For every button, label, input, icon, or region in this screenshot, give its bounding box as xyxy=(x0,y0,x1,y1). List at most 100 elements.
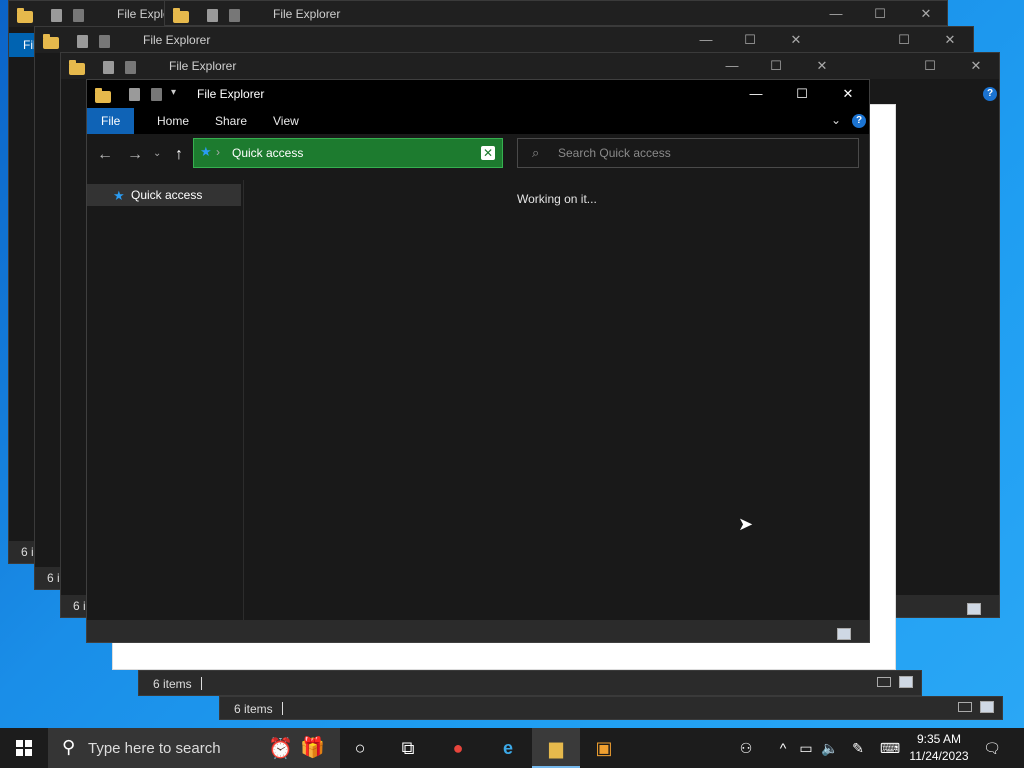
tab-view[interactable]: View xyxy=(259,108,313,134)
chrome-icon[interactable]: ● xyxy=(434,728,482,768)
content-pane[interactable]: Working on it... ➤ xyxy=(245,180,869,620)
navigation-pane: ★ Quick access xyxy=(87,180,244,620)
search-placeholder: Search Quick access xyxy=(558,146,671,160)
back-button[interactable]: ← xyxy=(95,146,115,164)
keyboard-icon[interactable]: ⌨ xyxy=(878,728,902,768)
maximize-button[interactable]: ☐ xyxy=(857,1,903,25)
pen-icon[interactable]: ✎ xyxy=(848,728,868,768)
large-icons-view-icon[interactable] xyxy=(967,603,981,615)
maximize-button[interactable]: ☐ xyxy=(881,27,927,53)
title-bar[interactable]: ▾ File Explorer — ☐ ✕ xyxy=(87,80,869,108)
help-icon[interactable]: ? xyxy=(983,87,997,101)
loading-status: Working on it... xyxy=(517,192,597,206)
volume-muted-icon[interactable]: 🔈 xyxy=(820,728,840,768)
close-button[interactable]: ✕ xyxy=(953,53,999,79)
file-explorer-taskbar-icon[interactable]: ▆ xyxy=(532,728,580,768)
text-caret xyxy=(201,677,202,690)
ribbon: File Home Share View ⌄ ? xyxy=(87,108,869,134)
view-toggle[interactable] xyxy=(958,700,998,714)
explorer-window-active[interactable]: ▾ File Explorer — ☐ ✕ File Home Share Vi… xyxy=(86,79,870,643)
view-toggle[interactable] xyxy=(877,675,917,689)
close-button[interactable]: ✕ xyxy=(825,80,869,108)
media-player-icon[interactable]: ▣ xyxy=(580,728,628,768)
properties-icon xyxy=(207,9,218,22)
windows-logo-icon xyxy=(16,740,32,756)
maximize-button[interactable]: ☐ xyxy=(753,53,799,79)
people-icon[interactable]: ⚇ xyxy=(736,728,756,768)
task-view-icon[interactable]: ⧉ xyxy=(384,728,432,768)
close-button[interactable]: ✕ xyxy=(903,1,947,25)
folder-icon xyxy=(43,34,59,49)
clock-time: 9:35 AM xyxy=(916,732,962,746)
folder-icon xyxy=(95,88,111,103)
taskbar: ⚲ Type here to search ⏰ 🎁 ○ ⧉ ● e ▆ ▣ ⚇ … xyxy=(0,728,1024,768)
internet-explorer-icon[interactable]: e xyxy=(484,728,532,768)
stop-loading-icon[interactable]: ✕ xyxy=(481,146,495,160)
large-icons-view-icon[interactable] xyxy=(980,701,994,713)
properties-icon xyxy=(51,9,62,22)
start-button[interactable] xyxy=(0,728,48,768)
details-view-icon[interactable] xyxy=(958,702,972,712)
close-button[interactable]: ✕ xyxy=(799,53,845,79)
explorer-window-bg-2[interactable]: File Explorer — ☐ ✕ xyxy=(164,0,948,26)
address-row: ← → ⌄ ↑ ★ › Quick access ⌄ ✕ ⌕ Search Qu… xyxy=(87,134,869,180)
new-folder-icon xyxy=(73,9,84,22)
maximize-button[interactable]: ☐ xyxy=(779,80,825,108)
breadcrumb-quick-access[interactable]: Quick access xyxy=(232,146,303,160)
address-bar[interactable]: ★ › Quick access ⌄ xyxy=(193,138,503,168)
folder-icon xyxy=(173,8,189,23)
item-count: 6 items xyxy=(234,702,273,716)
tab-home[interactable]: Home xyxy=(143,108,203,134)
title-bar[interactable]: File Explo xyxy=(9,1,171,27)
large-icons-view-icon[interactable] xyxy=(899,676,913,688)
minimize-button[interactable]: — xyxy=(733,80,779,108)
folder-icon xyxy=(69,60,85,75)
view-toggle[interactable] xyxy=(955,599,995,615)
text-caret xyxy=(282,702,283,715)
clock[interactable]: 9:35 AM 11/24/2023 xyxy=(906,731,972,765)
maximize-button[interactable]: ☐ xyxy=(727,27,773,53)
close-button[interactable]: ✕ xyxy=(927,27,973,53)
properties-icon xyxy=(77,35,88,48)
quick-access-star-icon: ★ xyxy=(200,144,212,159)
minimize-button[interactable]: — xyxy=(813,1,859,25)
minimize-button[interactable]: — xyxy=(709,53,755,79)
search-input[interactable]: ⌕ Search Quick access xyxy=(517,138,859,168)
alarm-clock-icon[interactable]: ⏰ xyxy=(268,736,293,761)
nav-item-quick-access[interactable]: ★ Quick access xyxy=(87,184,241,206)
minimize-button[interactable]: — xyxy=(683,27,729,53)
window-title: File Explorer xyxy=(273,7,341,21)
cortana-icon[interactable]: ○ xyxy=(336,728,384,768)
help-icon[interactable]: ? xyxy=(852,114,866,128)
tab-share[interactable]: Share xyxy=(201,108,261,134)
title-bar[interactable]: File Explorer — ☐ ✕ ☐ ✕ xyxy=(61,53,999,79)
gift-icon[interactable]: 🎁 xyxy=(300,735,325,760)
status-bar xyxy=(87,620,869,642)
maximize-button[interactable]: ☐ xyxy=(907,53,953,79)
title-bar[interactable]: File Explorer — ☐ ✕ ☐ ✕ xyxy=(35,27,973,53)
window-title: File Explorer xyxy=(197,87,265,101)
quick-access-star-icon: ★ xyxy=(113,188,125,203)
customize-quick-access-icon[interactable]: ▾ xyxy=(171,87,176,98)
new-folder-icon xyxy=(125,61,136,74)
show-hidden-icons-icon[interactable]: ^ xyxy=(774,728,792,768)
recent-locations-icon[interactable]: ⌄ xyxy=(153,148,161,159)
up-button[interactable]: ↑ xyxy=(169,146,189,164)
mouse-cursor-icon: ➤ xyxy=(738,514,754,534)
properties-icon[interactable] xyxy=(129,88,140,101)
network-icon[interactable]: ▭ xyxy=(796,728,816,768)
window-title: File Explorer xyxy=(143,33,211,47)
new-folder-icon[interactable] xyxy=(151,88,162,101)
large-icons-view-icon[interactable] xyxy=(837,628,851,640)
details-view-icon[interactable] xyxy=(877,677,891,687)
taskbar-search-box[interactable]: ⚲ Type here to search ⏰ 🎁 xyxy=(48,728,340,768)
forward-button[interactable]: → xyxy=(125,146,145,164)
taskbar-search-placeholder: Type here to search xyxy=(88,740,221,757)
expand-ribbon-icon[interactable]: ⌄ xyxy=(831,113,841,127)
new-folder-icon xyxy=(99,35,110,48)
notifications-icon[interactable]: 🗨 xyxy=(980,728,1004,768)
tab-file[interactable]: File xyxy=(87,108,135,134)
item-count: 6 i xyxy=(47,571,60,585)
close-button[interactable]: ✕ xyxy=(773,27,819,53)
view-toggle[interactable] xyxy=(825,624,865,640)
